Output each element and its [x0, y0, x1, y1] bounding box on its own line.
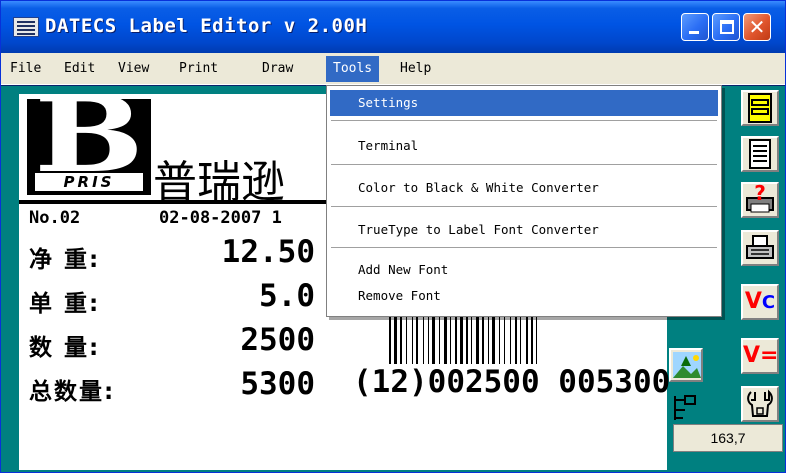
menu-settings[interactable]: Settings: [330, 90, 718, 116]
menu-truetype-converter[interactable]: TrueType to Label Font Converter: [330, 217, 718, 243]
title-bar[interactable]: DATECS Label Editor v 2.00H ✕: [1, 1, 785, 53]
barcode-bar: [492, 312, 495, 364]
barcode-bar: [428, 312, 429, 364]
window-title: DATECS Label Editor v 2.00H: [45, 15, 368, 37]
wrench-icon: [747, 389, 773, 417]
menu-separator: [331, 247, 717, 249]
maximize-button[interactable]: [712, 13, 740, 41]
tool-printer[interactable]: [741, 230, 779, 266]
total-quantity-label[interactable]: 总数量:: [29, 372, 115, 406]
barcode-bar: [510, 312, 511, 364]
barcode-bar: [536, 312, 537, 364]
minimize-button[interactable]: [681, 13, 709, 41]
barcode-bar: [471, 312, 472, 364]
svg-text:?: ?: [754, 184, 766, 205]
var-counter-icon: VC: [743, 286, 777, 318]
cursor-coordinates: 163,7: [673, 424, 783, 452]
barcode-text[interactable]: (12)002500 005300: [353, 364, 670, 400]
var-counter-label: V: [744, 289, 762, 314]
maximize-icon: [720, 20, 734, 34]
var-equal-icon: V=: [743, 343, 779, 368]
app-icon: [13, 17, 39, 37]
logo-subtitle: PRIS: [35, 173, 143, 191]
barcode-bar: [488, 312, 489, 364]
barcode-bar: [455, 312, 457, 364]
barcode-bar: [515, 312, 517, 364]
barcode-bar: [466, 312, 468, 364]
barcode-bar: [432, 312, 435, 364]
barcode-bar: [412, 312, 413, 364]
tool-document-list[interactable]: [741, 136, 779, 172]
barcode-bar: [499, 312, 500, 364]
label-date[interactable]: 02-08-2007 1: [159, 208, 282, 228]
logo-letter: B: [34, 73, 144, 196]
menu-terminal[interactable]: Terminal: [330, 133, 718, 159]
barcode-bar: [400, 312, 402, 364]
tool-var-counter[interactable]: VC: [741, 284, 779, 320]
barcode-bar: [520, 312, 521, 364]
barcode-bar: [444, 312, 447, 364]
tool-form[interactable]: [741, 90, 779, 126]
menu-add-font[interactable]: Add New Font: [330, 257, 718, 283]
minimize-icon: [689, 31, 699, 34]
total-quantity-value[interactable]: 5300: [165, 366, 315, 402]
label-number[interactable]: No.02: [29, 208, 80, 228]
var-counter-sub: C: [761, 292, 776, 313]
menu-print[interactable]: Print: [172, 56, 225, 82]
menu-tools[interactable]: Tools: [326, 56, 380, 82]
unit-weight-value[interactable]: 5.0: [165, 278, 315, 314]
barcode[interactable]: [387, 312, 655, 364]
menu-color-to-bw[interactable]: Color to Black & White Converter: [330, 175, 718, 201]
tool-print-help[interactable]: ?: [741, 182, 779, 218]
form-icon: [748, 93, 772, 123]
picture-icon: [673, 352, 701, 378]
close-icon: ✕: [748, 15, 766, 39]
print-help-icon: ?: [746, 184, 774, 213]
barcode-bar: [526, 312, 528, 364]
barcode-bar: [460, 312, 463, 364]
unit-weight-label[interactable]: 单 重:: [29, 284, 100, 318]
brand-logo[interactable]: B PRIS: [27, 83, 151, 195]
barcode-bar: [439, 312, 440, 364]
tool-picture[interactable]: [669, 348, 703, 382]
barcode-bar: [450, 312, 451, 364]
app-window: DATECS Label Editor v 2.00H ✕ File Edit …: [0, 0, 786, 473]
barcode-bar: [531, 312, 533, 364]
menu-draw[interactable]: Draw: [255, 56, 300, 82]
menu-separator: [331, 206, 717, 208]
tree-layout-icon: [674, 395, 696, 420]
menu-help[interactable]: Help: [393, 56, 438, 82]
quantity-label[interactable]: 数 量:: [29, 328, 100, 362]
quantity-value[interactable]: 2500: [165, 322, 315, 358]
barcode-bar: [406, 312, 407, 364]
barcode-bar: [504, 312, 505, 364]
menu-separator: [331, 120, 717, 122]
tools-dropdown: Settings Terminal Color to Black & White…: [326, 85, 722, 317]
tool-tree-layout[interactable]: [669, 392, 703, 424]
menu-remove-font[interactable]: Remove Font: [330, 283, 718, 309]
barcode-bar: [423, 312, 424, 364]
tool-wrench[interactable]: [741, 386, 779, 422]
document-list-icon: [749, 139, 771, 169]
barcode-bar: [476, 312, 479, 364]
net-weight-label[interactable]: 净 重:: [29, 240, 100, 274]
close-button[interactable]: ✕: [743, 13, 771, 41]
barcode-bar: [389, 312, 391, 364]
barcode-bar: [416, 312, 418, 364]
printer-icon: [746, 235, 774, 259]
tool-var-equal[interactable]: V=: [741, 338, 779, 374]
barcode-bar: [482, 312, 484, 364]
barcode-bar: [394, 312, 397, 364]
net-weight-value[interactable]: 12.50: [165, 234, 315, 270]
menu-separator: [331, 164, 717, 166]
